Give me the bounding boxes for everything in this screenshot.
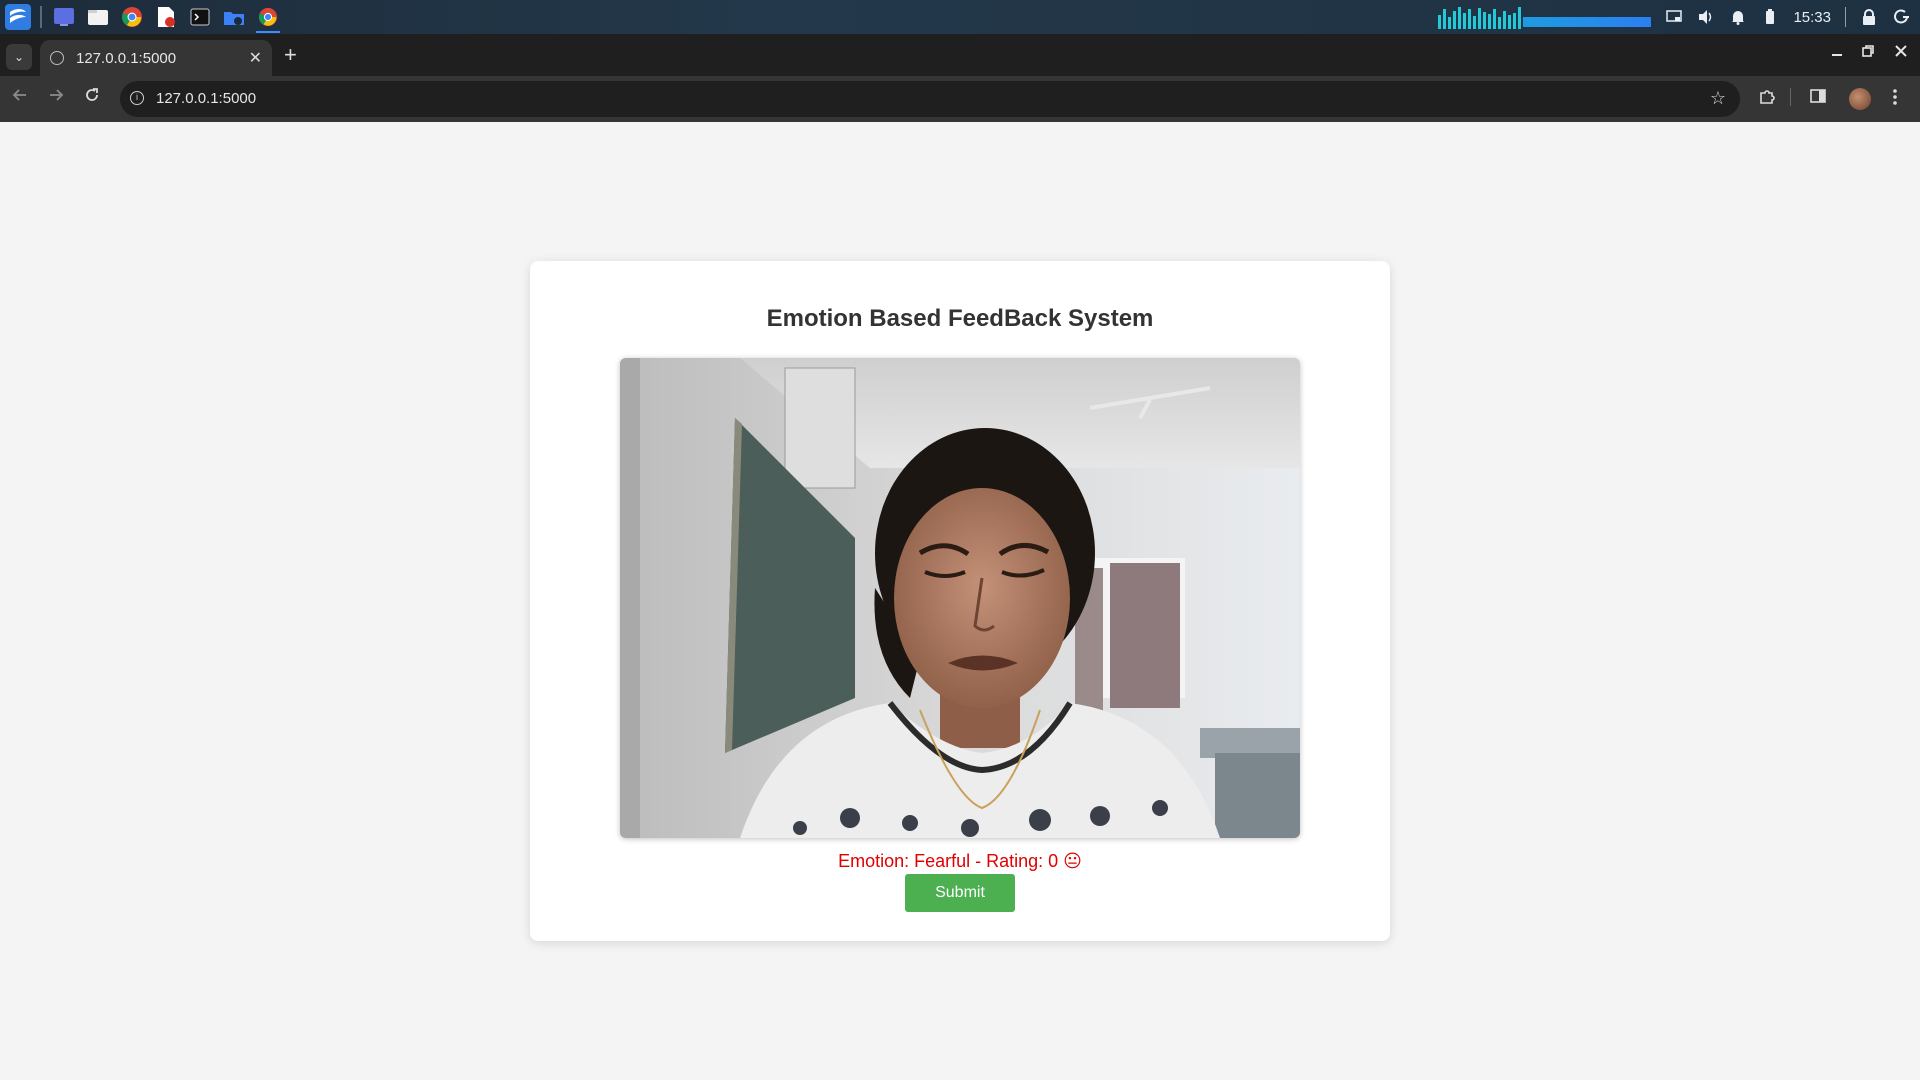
file-manager-icon[interactable] — [220, 3, 248, 31]
site-info-icon[interactable]: i — [130, 91, 144, 105]
globe-icon — [50, 51, 64, 65]
volume-icon[interactable] — [1697, 8, 1715, 26]
browser-toolbar: i 127.0.0.1:5000 ☆ — [0, 76, 1920, 122]
side-panel-icon[interactable] — [1810, 88, 1826, 109]
webcam-video-feed — [620, 358, 1300, 838]
restore-icon[interactable] — [1861, 44, 1875, 63]
power-icon[interactable] — [1892, 8, 1910, 26]
page-title: Emotion Based FeedBack System — [766, 305, 1154, 332]
more-menu-icon[interactable] — [1892, 88, 1898, 111]
taskbar-apps — [0, 0, 282, 34]
close-window-icon[interactable] — [1894, 44, 1908, 63]
minimize-icon[interactable] — [1830, 44, 1844, 63]
address-bar[interactable]: i 127.0.0.1:5000 ☆ — [120, 81, 1740, 117]
lock-icon[interactable] — [1860, 8, 1878, 26]
browser-tab-strip: ⌄ 127.0.0.1:5000 ✕ + — [0, 34, 1920, 76]
toolbar-separator — [1790, 88, 1792, 111]
notification-bell-icon[interactable] — [1729, 8, 1747, 26]
battery-icon[interactable] — [1761, 8, 1779, 26]
submit-button[interactable]: Submit — [905, 874, 1015, 912]
os-top-panel: 15:33 — [0, 0, 1920, 34]
chrome-active-icon[interactable] — [254, 3, 282, 33]
profile-avatar[interactable] — [1849, 88, 1871, 110]
reload-icon[interactable] — [84, 87, 100, 108]
clock[interactable]: 15:33 — [1793, 9, 1831, 26]
feedback-card: Emotion Based FeedBack System Emotion: F… — [530, 261, 1390, 941]
browser-tab[interactable]: 127.0.0.1:5000 ✕ — [40, 40, 272, 76]
new-tab-button[interactable]: + — [284, 42, 297, 68]
files-icon[interactable] — [84, 3, 112, 31]
audio-visualizer — [1438, 5, 1652, 29]
tab-search-button[interactable]: ⌄ — [6, 44, 32, 70]
chrome-icon[interactable] — [118, 3, 146, 31]
close-tab-icon[interactable]: ✕ — [249, 48, 262, 68]
forward-arrow-icon[interactable] — [48, 87, 64, 108]
taskbar-separator — [40, 6, 42, 28]
bookmark-star-icon[interactable]: ☆ — [1710, 88, 1726, 109]
url-text: 127.0.0.1:5000 — [156, 90, 257, 107]
tray-separator — [1845, 7, 1846, 27]
terminal-icon[interactable] — [186, 3, 214, 31]
system-tray: 15:33 — [1438, 0, 1920, 34]
tab-title: 127.0.0.1:5000 — [76, 49, 177, 67]
desktop-icon[interactable] — [50, 3, 78, 31]
chevron-down-icon: ⌄ — [13, 50, 25, 64]
back-arrow-icon[interactable] — [12, 87, 28, 108]
extensions-icon[interactable] — [1758, 88, 1776, 111]
screen-cast-icon[interactable] — [1665, 8, 1683, 26]
start-menu-icon[interactable] — [4, 3, 32, 31]
document-viewer-icon[interactable] — [152, 3, 180, 31]
emotion-result-text: Emotion: Fearful - Rating: 0 😐 — [838, 851, 1082, 871]
webcam-frame-image — [620, 358, 1300, 838]
